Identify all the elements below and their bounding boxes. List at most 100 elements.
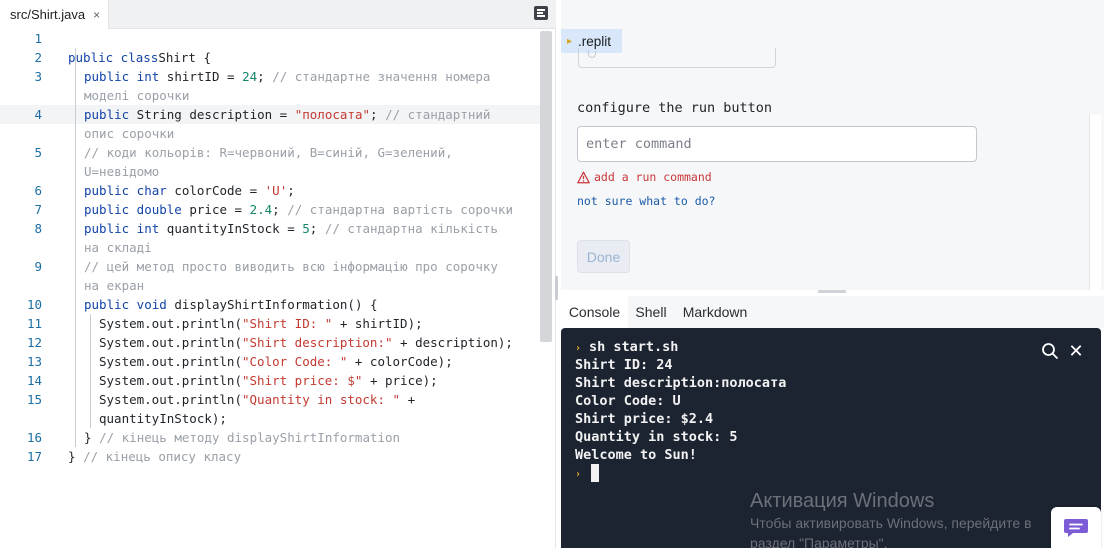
- config-scrollbar[interactable]: [1089, 115, 1101, 290]
- code-token: "Shirt ID: ": [242, 316, 333, 331]
- code-token: // кінець методу displayShirtInformation: [99, 430, 401, 445]
- code-token: public: [84, 107, 130, 122]
- code-token: // стандартне значення номера: [272, 69, 491, 84]
- code-token: quantityInStock =: [159, 221, 303, 236]
- code-line[interactable]: 14 System.out.println("Shirt price: $" + …: [0, 371, 552, 390]
- help-link[interactable]: not sure what to do?: [577, 194, 715, 208]
- done-button[interactable]: Done: [577, 240, 630, 273]
- code-token: + shirtID);: [332, 316, 423, 331]
- code-line[interactable]: 11 System.out.println("Shirt ID: " + shir…: [0, 314, 552, 333]
- code-token: 24: [242, 69, 258, 84]
- code-token: public int: [84, 69, 160, 84]
- code-line[interactable]: U=невідомо: [0, 162, 552, 181]
- code-line[interactable]: 1: [0, 29, 552, 48]
- warning-icon: [577, 171, 590, 183]
- code-token: 5: [302, 221, 310, 236]
- select-icon: [588, 50, 596, 58]
- code-line[interactable]: 17} // кінець опису класу: [0, 447, 552, 466]
- code-line[interactable]: 9 // цей метод просто виводить всю інформ…: [0, 257, 552, 276]
- format-icon[interactable]: [534, 6, 548, 20]
- code-token: price =: [181, 202, 250, 217]
- code-editor[interactable]: 1 2 public classShirt {3 public int shirtID…: [0, 29, 552, 548]
- tab-console[interactable]: Console: [561, 296, 628, 328]
- code-line[interactable]: 2 public classShirt {: [0, 48, 552, 67]
- code-token: // коди кольорів: R=червоний, B=синій, G…: [84, 145, 453, 160]
- console-output-line: Color Code: U: [575, 393, 681, 409]
- line-number: 6: [34, 183, 42, 198]
- code-line[interactable]: 6 public char colorCode = 'U';: [0, 181, 552, 200]
- code-token: System.out.println(: [99, 392, 242, 407]
- code-token: public class: [68, 50, 159, 65]
- panel-resize-handle[interactable]: [818, 290, 846, 293]
- code-text: quantityInStock);: [99, 409, 227, 428]
- console-output-line: Quantity in stock: 5: [575, 429, 738, 445]
- code-line[interactable]: на складі: [0, 238, 552, 257]
- code-line[interactable]: моделі сорочки: [0, 86, 552, 105]
- code-line[interactable]: 15 System.out.println("Quantity in stock:…: [0, 390, 552, 409]
- code-token: public double: [84, 202, 182, 217]
- code-text: public int quantityInStock = 5; // станд…: [84, 219, 498, 238]
- code-text: System.out.println("Shirt description:" …: [99, 333, 513, 352]
- file-tab[interactable]: src/Shirt.java ×: [0, 0, 110, 29]
- line-number: 12: [26, 335, 42, 350]
- editor-scrollbar[interactable]: [540, 31, 552, 342]
- run-command-error: add a run command: [577, 170, 712, 184]
- line-number: 1: [34, 31, 42, 46]
- code-line[interactable]: quantityInStock);: [0, 409, 552, 428]
- line-number: 14: [26, 373, 42, 388]
- tab-shell[interactable]: Shell: [628, 296, 674, 328]
- code-token: quantityInStock);: [99, 411, 227, 426]
- pane-resize-handle[interactable]: [555, 276, 558, 300]
- code-token: ;: [257, 69, 273, 84]
- language-select[interactable]: [578, 48, 776, 68]
- console-command: sh start.sh: [589, 339, 679, 355]
- editor-pane: src/Shirt.java × 1 2 public classShirt {3 p…: [0, 0, 558, 548]
- code-text: System.out.println("Shirt ID: " + shirtI…: [99, 314, 423, 333]
- code-line[interactable]: опис сорочки: [0, 124, 552, 143]
- code-token: }: [84, 430, 100, 445]
- code-token: System.out.println(: [99, 373, 242, 388]
- indent-guide: [90, 314, 91, 428]
- code-line[interactable]: 8 public int quantityInStock = 5; // стан…: [0, 219, 552, 238]
- code-token: System.out.println(: [99, 316, 242, 331]
- chat-icon: [1064, 518, 1088, 537]
- console-output-line: Shirt price: $2.4: [575, 411, 714, 427]
- code-token: ;: [287, 183, 295, 198]
- close-icon[interactable]: ✕: [1065, 340, 1087, 362]
- editor-tab-bar: src/Shirt.java ×: [0, 0, 556, 29]
- code-line[interactable]: на екран: [0, 276, 552, 295]
- code-text: // цей метод просто виводить всю інформа…: [84, 257, 498, 276]
- code-line[interactable]: 16} // кінець методу displayShirtInforma…: [0, 428, 552, 447]
- code-text: U=невідомо: [84, 162, 159, 181]
- code-token: "Shirt description:": [242, 335, 393, 350]
- code-line[interactable]: 5 // коди кольорів: R=червоний, B=синій, …: [0, 143, 552, 162]
- console-command-line: › sh start.sh: [575, 338, 678, 358]
- code-token: // стандартна кількість: [324, 221, 498, 236]
- run-config-heading: configure the run button: [577, 100, 773, 116]
- code-line[interactable]: 7 public double price = 2.4; // стандартн…: [0, 200, 552, 219]
- line-number: 5: [34, 145, 42, 160]
- line-number: 16: [26, 430, 42, 445]
- code-token: System.out.println(: [99, 335, 242, 350]
- chat-button[interactable]: [1051, 507, 1101, 548]
- code-line[interactable]: 12 System.out.println("Shirt description:…: [0, 333, 552, 352]
- code-line[interactable]: 10 public void displayShirtInformation() …: [0, 295, 552, 314]
- search-icon[interactable]: [1039, 340, 1061, 362]
- code-line[interactable]: 3 public int shirtID = 24; // стандартне …: [0, 67, 552, 86]
- code-token: опис сорочки: [84, 126, 175, 141]
- line-number: 11: [26, 316, 42, 331]
- code-token: // стандартний: [385, 107, 491, 122]
- line-number: 2: [34, 50, 42, 65]
- tab-markdown[interactable]: Markdown: [674, 296, 756, 328]
- run-command-input[interactable]: [577, 126, 977, 162]
- code-text: } // кінець опису класу: [68, 447, 241, 466]
- line-number: 9: [34, 259, 42, 274]
- close-icon[interactable]: ×: [93, 8, 100, 22]
- code-line[interactable]: 13 System.out.println("Color Code: " + co…: [0, 352, 552, 371]
- code-text: на складі: [84, 238, 152, 257]
- code-token: "Shirt price: $": [242, 373, 363, 388]
- code-token: на складі: [84, 240, 152, 255]
- code-text: System.out.println("Shirt price: $" + pr…: [99, 371, 438, 390]
- code-line[interactable]: 4 public String description = "полосата";…: [0, 105, 552, 124]
- code-text: public String description = "полосата"; …: [84, 105, 490, 124]
